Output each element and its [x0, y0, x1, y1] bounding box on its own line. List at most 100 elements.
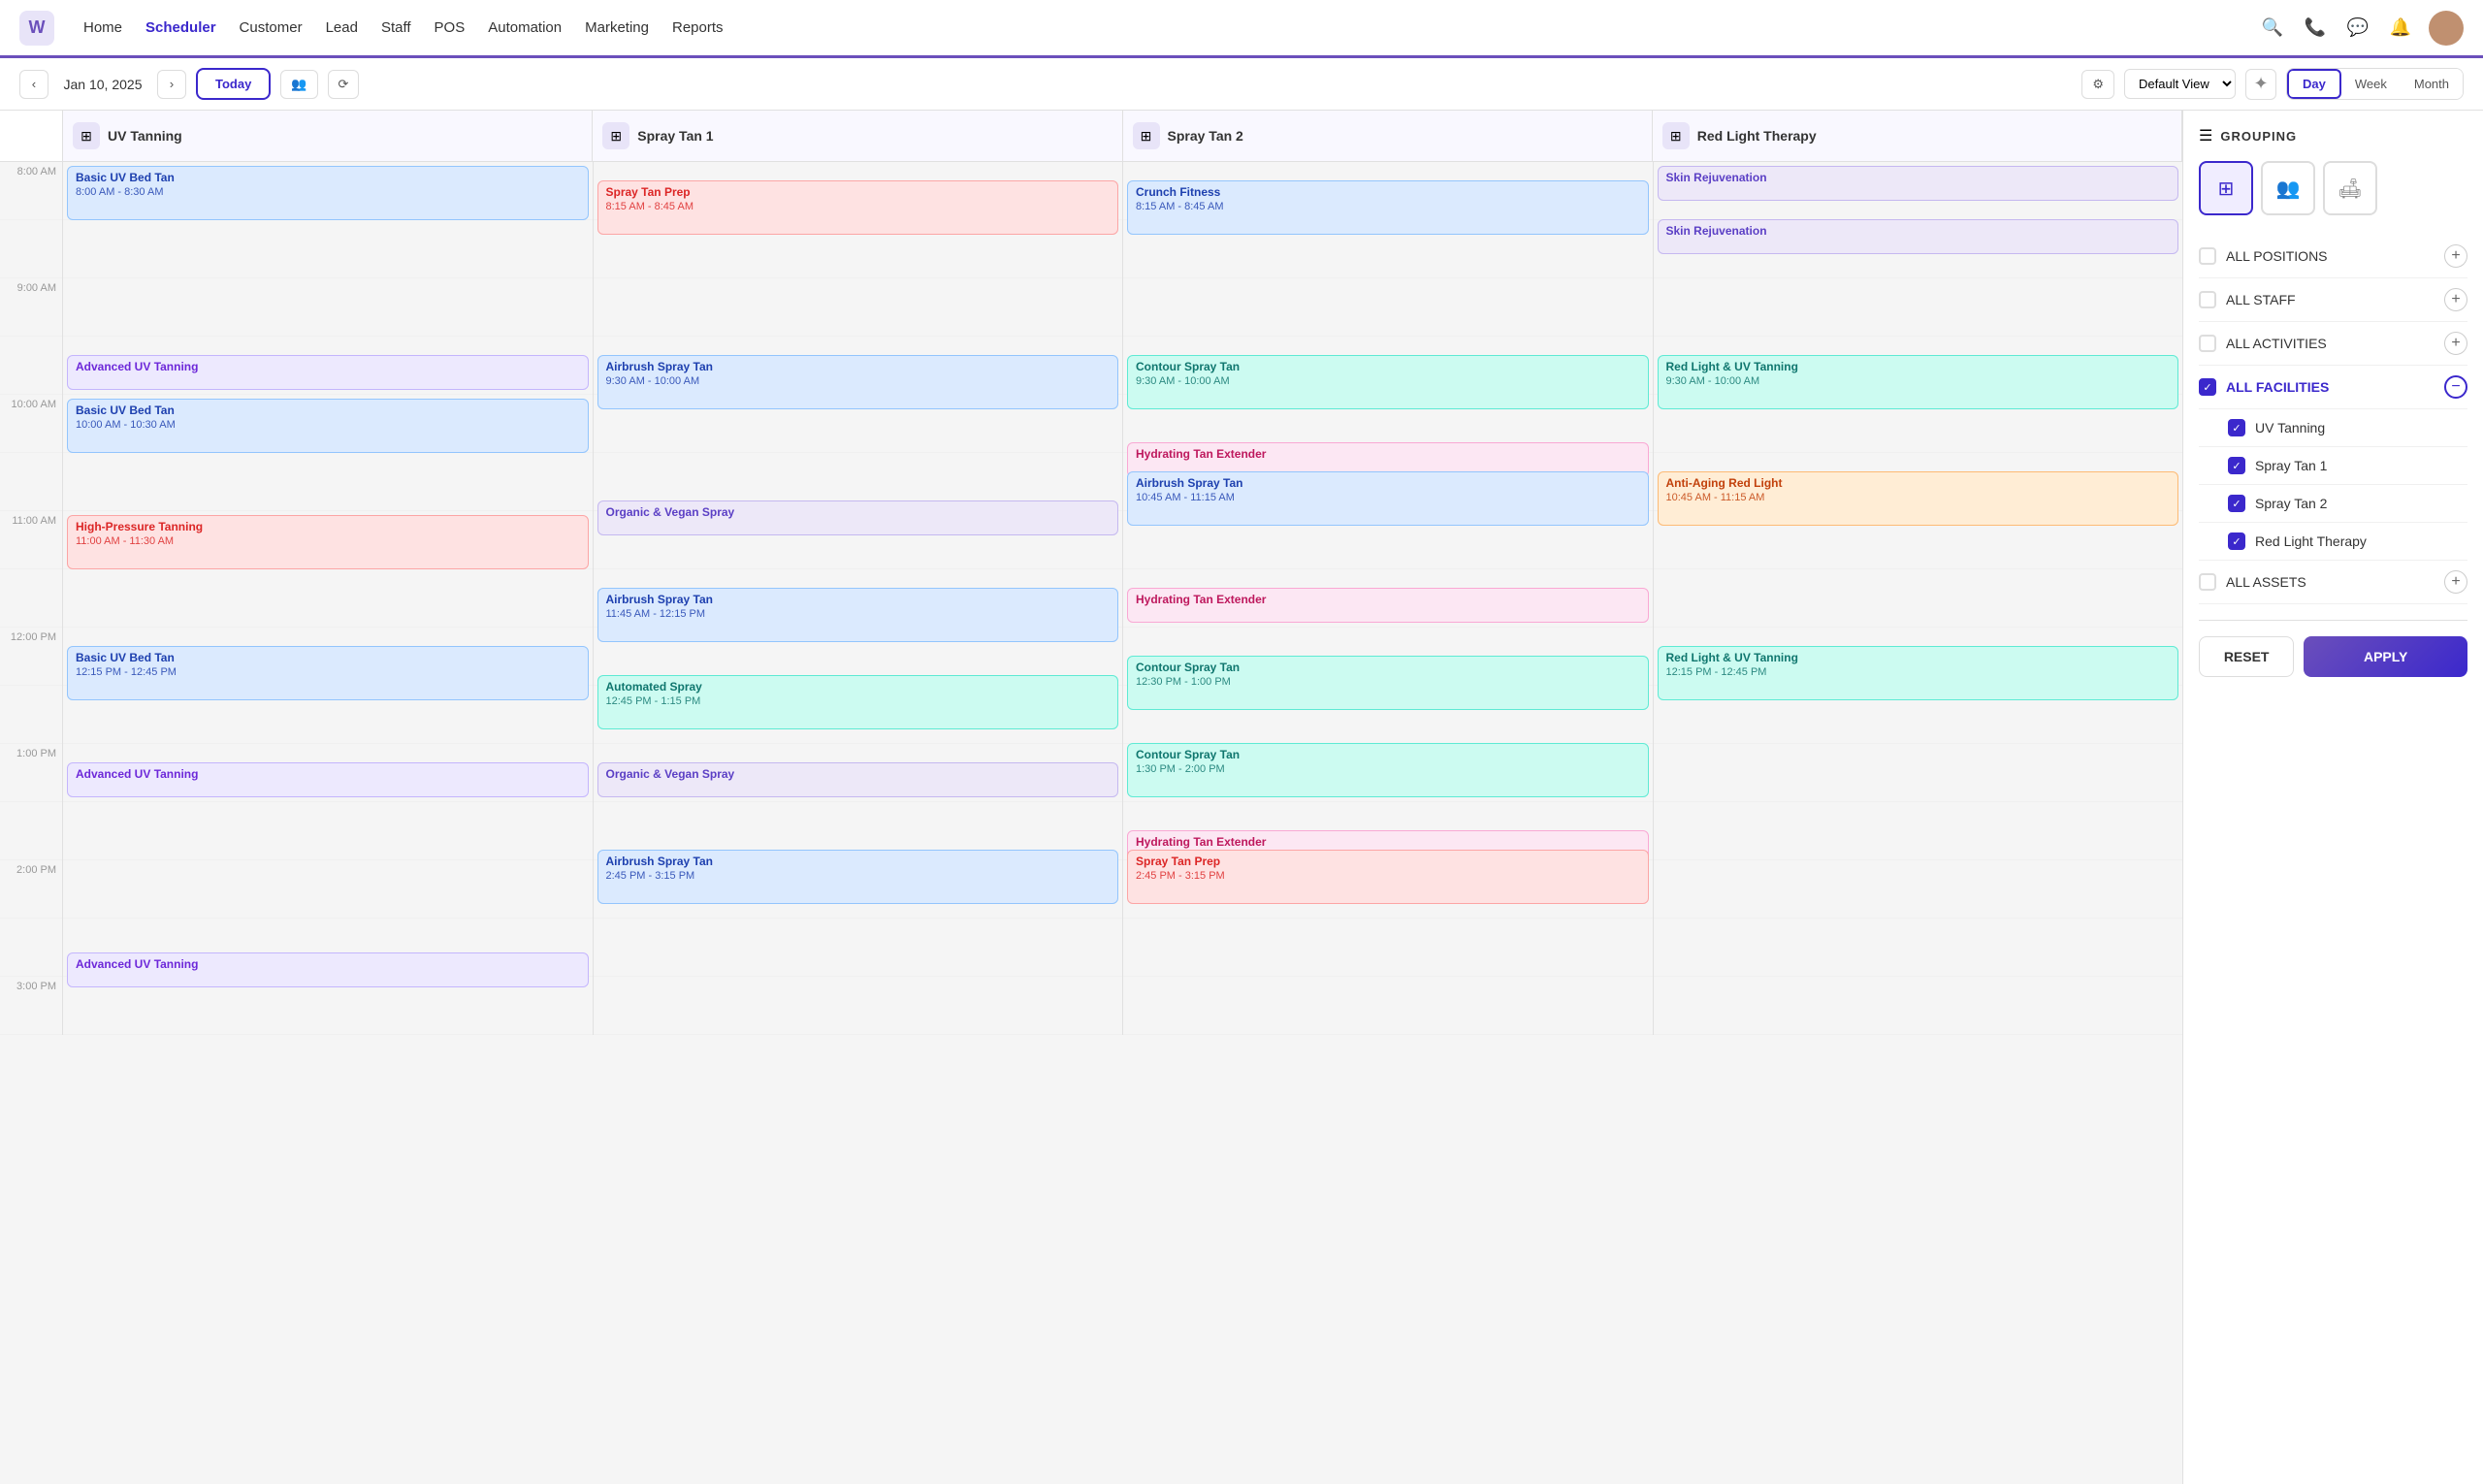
nav-home[interactable]: Home [83, 16, 122, 40]
checkbox-uv-tanning[interactable]: ✓ [2228, 419, 2245, 436]
week-tab[interactable]: Week [2341, 69, 2401, 99]
event-high-pressure-11am[interactable]: High-Pressure Tanning 11:00 AM - 11:30 A… [67, 515, 589, 569]
event-advanced-uv-bottom[interactable]: Advanced UV Tanning [67, 952, 589, 987]
expand-positions-button[interactable]: + [2444, 244, 2467, 268]
time-930am [0, 337, 62, 395]
star-button[interactable]: ✦ [2245, 69, 2276, 100]
date-navigation: ‹ Jan 10, 2025 › [19, 70, 186, 99]
checkbox-red-light[interactable]: ✓ [2228, 532, 2245, 550]
resource-icon-spray2: ⊞ [1133, 122, 1160, 149]
calendar[interactable]: ⊞ UV Tanning ⊞ Spray Tan 1 ⊞ Spray Tan 2… [0, 111, 2182, 1484]
nav-automation[interactable]: Automation [488, 16, 562, 40]
slot [63, 569, 593, 628]
prev-date-button[interactable]: ‹ [19, 70, 48, 99]
time-3pm: 3:00 PM [0, 977, 62, 1035]
filter-button[interactable]: ⚙ [2081, 70, 2114, 99]
next-date-button[interactable]: › [157, 70, 186, 99]
collapse-facilities-button[interactable]: − [2444, 375, 2467, 399]
nav-customer[interactable]: Customer [240, 16, 303, 40]
filter-spray-tan-1[interactable]: ✓ Spray Tan 1 [2199, 447, 2467, 485]
event-spray-prep-245pm[interactable]: Spray Tan Prep 2:45 PM - 3:15 PM [1127, 850, 1649, 904]
group-icon-buttons: ⊞ 👥 🛋 [2199, 161, 2467, 215]
event-advanced-uv-930[interactable]: Advanced UV Tanning [67, 355, 589, 390]
event-airbrush-1045[interactable]: Airbrush Spray Tan 10:45 AM - 11:15 AM [1127, 471, 1649, 526]
checkbox-all-positions[interactable] [2199, 247, 2216, 265]
refresh-button[interactable]: ⟳ [328, 70, 360, 99]
filter-spray-tan-2[interactable]: ✓ Spray Tan 2 [2199, 485, 2467, 523]
event-contour-130pm[interactable]: Contour Spray Tan 1:30 PM - 2:00 PM [1127, 743, 1649, 797]
resource-icon-uv: ⊞ [73, 122, 100, 149]
whatsapp-icon[interactable]: 💬 [2343, 14, 2372, 43]
nav-staff[interactable]: Staff [381, 16, 411, 40]
checkbox-all-activities[interactable] [2199, 335, 2216, 352]
lines-icon: ☰ [2199, 126, 2212, 145]
view-select[interactable]: Default View [2124, 69, 2236, 99]
event-advanced-uv-130pm[interactable]: Advanced UV Tanning [67, 762, 589, 797]
group-users-button[interactable]: 👥 [280, 70, 317, 99]
expand-activities-button[interactable]: + [2444, 332, 2467, 355]
event-basic-uv-10am[interactable]: Basic UV Bed Tan 10:00 AM - 10:30 AM [67, 399, 589, 453]
bell-icon[interactable]: 🔔 [2386, 14, 2415, 43]
event-red-light-uv-1215pm[interactable]: Red Light & UV Tanning 12:15 PM - 12:45 … [1658, 646, 2179, 700]
event-organic-1100[interactable]: Organic & Vegan Spray [597, 500, 1119, 535]
avatar[interactable] [2429, 11, 2464, 46]
filter-red-light-therapy[interactable]: ✓ Red Light Therapy [2199, 523, 2467, 561]
checkbox-spray-tan-2[interactable]: ✓ [2228, 495, 2245, 512]
checkbox-all-assets[interactable] [2199, 573, 2216, 591]
filter-uv-tanning[interactable]: ✓ UV Tanning [2199, 409, 2467, 447]
nav-reports[interactable]: Reports [672, 16, 724, 40]
label-spray-tan-2: Spray Tan 2 [2255, 496, 2467, 511]
checkbox-all-staff[interactable] [2199, 291, 2216, 308]
event-airbrush-245pm[interactable]: Airbrush Spray Tan 2:45 PM - 3:15 PM [597, 850, 1119, 904]
day-tab[interactable]: Day [2287, 69, 2341, 99]
group-by-staff-button[interactable]: 👥 [2261, 161, 2315, 215]
time-column: 8:00 AM 9:00 AM 10:00 AM 11:00 AM 12:00 … [0, 162, 63, 1035]
event-basic-uv-1215pm[interactable]: Basic UV Bed Tan 12:15 PM - 12:45 PM [67, 646, 589, 700]
resource-icon-red: ⊞ [1662, 122, 1690, 149]
filter-all-assets[interactable]: ALL ASSETS + [2199, 561, 2467, 604]
expand-assets-button[interactable]: + [2444, 570, 2467, 594]
group-by-facility-button[interactable]: ⊞ [2199, 161, 2253, 215]
filter-all-facilities[interactable]: ✓ ALL FACILITIES − [2199, 366, 2467, 409]
reset-button[interactable]: RESET [2199, 636, 2294, 677]
event-spray-prep-815[interactable]: Spray Tan Prep 8:15 AM - 8:45 AM [597, 180, 1119, 235]
event-airbrush-1145[interactable]: Airbrush Spray Tan 11:45 AM - 12:15 PM [597, 588, 1119, 642]
red-light-column[interactable]: Skin Rejuvenation Skin Rejuvenation Red … [1654, 162, 2183, 1035]
phone-icon[interactable]: 📞 [2301, 14, 2330, 43]
nav-links: Home Scheduler Customer Lead Staff POS A… [83, 16, 2258, 40]
nav-scheduler[interactable]: Scheduler [145, 16, 216, 40]
event-organic-200pm[interactable]: Organic & Vegan Spray [597, 762, 1119, 797]
event-automated-1245[interactable]: Automated Spray 12:45 PM - 1:15 PM [597, 675, 1119, 729]
filter-all-positions[interactable]: ALL POSITIONS + [2199, 235, 2467, 278]
expand-staff-button[interactable]: + [2444, 288, 2467, 311]
apply-button[interactable]: APPLY [2304, 636, 2467, 677]
event-airbrush-930[interactable]: Airbrush Spray Tan 9:30 AM - 10:00 AM [597, 355, 1119, 409]
today-button[interactable]: Today [196, 68, 271, 100]
event-contour-930[interactable]: Contour Spray Tan 9:30 AM - 10:00 AM [1127, 355, 1649, 409]
logo[interactable]: W [19, 11, 54, 46]
search-icon[interactable]: 🔍 [2258, 14, 2287, 43]
slot [1654, 569, 2183, 628]
sidebar: ☰ GROUPING ⊞ 👥 🛋 ALL POSITIONS + ALL STA… [2182, 111, 2483, 1484]
nav-pos[interactable]: POS [435, 16, 466, 40]
event-crunch-fitness-815[interactable]: Crunch Fitness 8:15 AM - 8:45 AM [1127, 180, 1649, 235]
spray-tan-2-column[interactable]: Crunch Fitness 8:15 AM - 8:45 AM Contour… [1123, 162, 1654, 1035]
event-basic-uv-8am[interactable]: Basic UV Bed Tan 8:00 AM - 8:30 AM [67, 166, 589, 220]
filter-all-staff[interactable]: ALL STAFF + [2199, 278, 2467, 322]
spray-tan-1-column[interactable]: Spray Tan Prep 8:15 AM - 8:45 AM Airbrus… [594, 162, 1124, 1035]
nav-marketing[interactable]: Marketing [585, 16, 649, 40]
event-skin-rejuv-2[interactable]: Skin Rejuvenation [1658, 219, 2179, 254]
nav-lead[interactable]: Lead [326, 16, 358, 40]
calendar-body: 8:00 AM 9:00 AM 10:00 AM 11:00 AM 12:00 … [0, 162, 2182, 1035]
event-red-light-uv-930[interactable]: Red Light & UV Tanning 9:30 AM - 10:00 A… [1658, 355, 2179, 409]
uv-tanning-column[interactable]: Basic UV Bed Tan 8:00 AM - 8:30 AM Advan… [63, 162, 594, 1035]
checkbox-all-facilities[interactable]: ✓ [2199, 378, 2216, 396]
month-tab[interactable]: Month [2401, 69, 2463, 99]
event-contour-1230pm[interactable]: Contour Spray Tan 12:30 PM - 1:00 PM [1127, 656, 1649, 710]
filter-all-activities[interactable]: ALL ACTIVITIES + [2199, 322, 2467, 366]
event-hydrating-1200[interactable]: Hydrating Tan Extender [1127, 588, 1649, 623]
group-by-room-button[interactable]: 🛋 [2323, 161, 2377, 215]
event-skin-rejuv-1[interactable]: Skin Rejuvenation [1658, 166, 2179, 201]
event-anti-aging-1045[interactable]: Anti-Aging Red Light 10:45 AM - 11:15 AM [1658, 471, 2179, 526]
checkbox-spray-tan-1[interactable]: ✓ [2228, 457, 2245, 474]
